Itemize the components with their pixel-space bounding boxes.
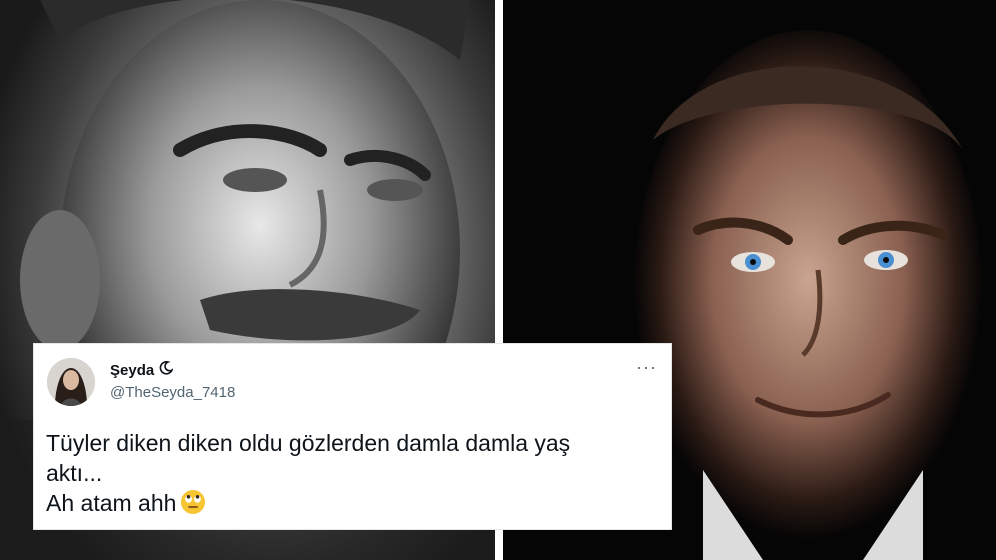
more-options-icon[interactable]: ··· xyxy=(636,358,657,376)
tweet-text-line-2: aktı... xyxy=(46,460,103,486)
tweet-author: Şeyda xyxy=(110,361,174,380)
avatar-image xyxy=(47,358,95,406)
tweet-text: Tüyler diken diken oldu gözlerden damla … xyxy=(46,428,656,522)
tweet-text-line-3: Ah atam ahh xyxy=(46,488,656,522)
display-name[interactable]: Şeyda xyxy=(110,362,154,379)
tweet-text-line-1: Tüyler diken diken oldu gözlerden damla … xyxy=(46,430,571,456)
user-handle[interactable]: @TheSeyda_7418 xyxy=(110,384,235,401)
tweet-card[interactable]: Şeyda @TheSeyda_7418 ··· Tüyler diken di… xyxy=(33,343,672,530)
face-with-rolling-eyes-icon xyxy=(180,489,206,522)
moon-icon xyxy=(159,361,174,380)
tweet-text-line-3-text: Ah atam ahh xyxy=(46,490,177,516)
avatar[interactable] xyxy=(47,358,95,406)
